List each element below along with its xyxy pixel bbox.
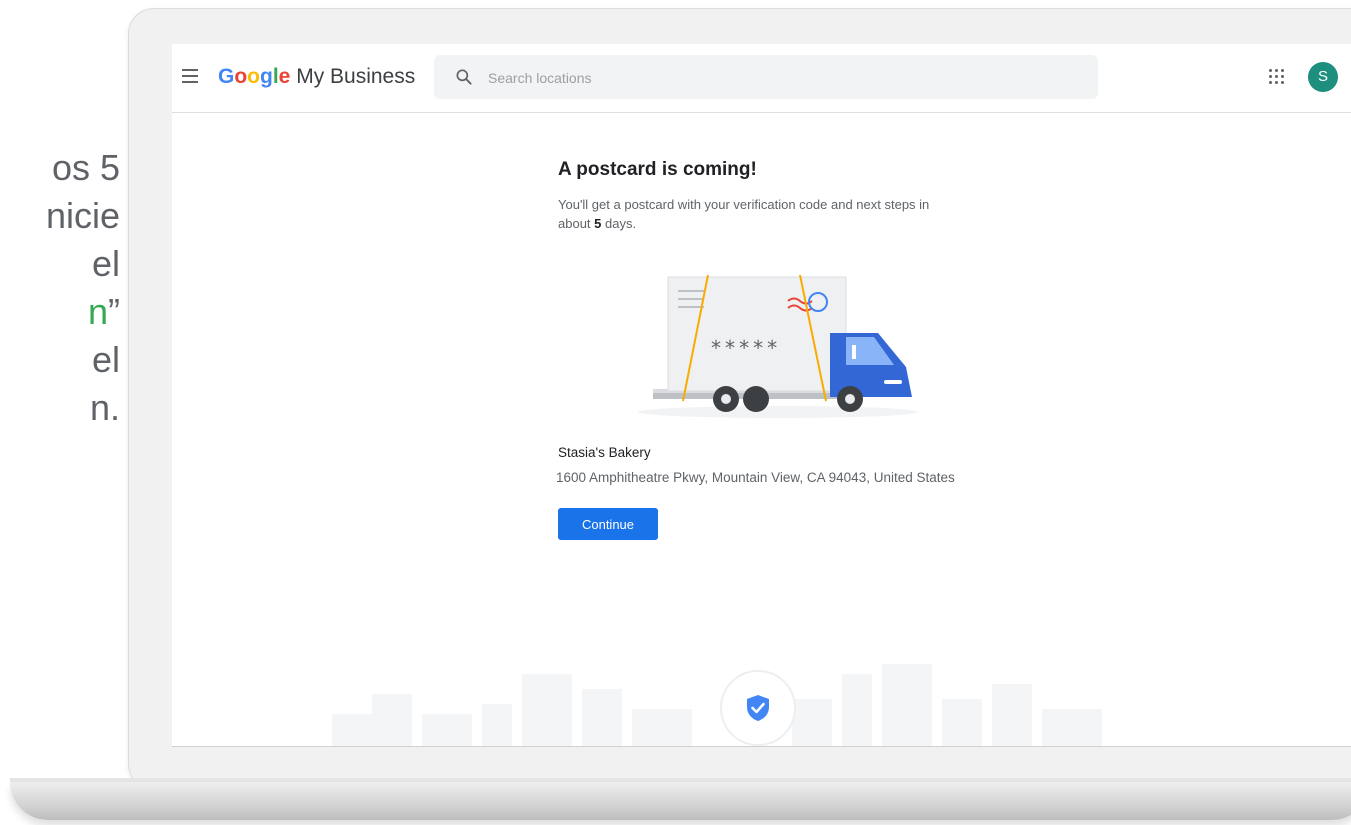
search-icon — [456, 69, 472, 85]
slide-quote: ” — [108, 291, 120, 332]
postcard-truck-illustration: ***** — [638, 275, 918, 418]
menu-icon[interactable] — [182, 69, 198, 83]
slide-line-3: el — [91, 243, 120, 284]
top-app-bar: Google My Business S — [172, 44, 1351, 113]
page-title: A postcard is coming! — [558, 159, 757, 180]
slide-text: os 5 nicie el n” el n. — [0, 144, 130, 432]
search-input[interactable] — [486, 55, 1070, 101]
slide-line-1: os 5 — [51, 147, 120, 188]
continue-button[interactable]: Continue — [558, 508, 658, 540]
slide-line-5: el — [91, 339, 120, 380]
slide-highlight: n — [87, 291, 108, 332]
business-name: Stasia's Bakery — [558, 445, 651, 460]
apps-icon[interactable] — [1269, 69, 1285, 85]
slide-line-2: nicie — [45, 195, 120, 236]
laptop-base — [10, 782, 1351, 820]
business-address: 1600 Amphitheatre Pkwy, Mountain View, C… — [556, 470, 955, 485]
avatar[interactable]: S — [1308, 62, 1338, 92]
verification-panel: A postcard is coming! You'll get a postc… — [556, 159, 1018, 540]
search-bar[interactable] — [434, 55, 1098, 101]
app-screen: Google My Business S A postcard is comin… — [172, 44, 1351, 747]
google-wordmark: Google — [218, 65, 291, 88]
shield-check-icon — [747, 695, 769, 721]
slide-line-6: n. — [89, 387, 120, 428]
slide-line-4: n” — [0, 288, 120, 336]
postcard-code: ***** — [710, 336, 780, 360]
description-end: days. — [601, 216, 637, 231]
product-name: My Business — [296, 65, 416, 88]
description: You'll get a postcard with your verifica… — [558, 195, 943, 233]
security-badge — [720, 670, 796, 746]
brand-logo[interactable]: Google My Business — [218, 65, 415, 89]
